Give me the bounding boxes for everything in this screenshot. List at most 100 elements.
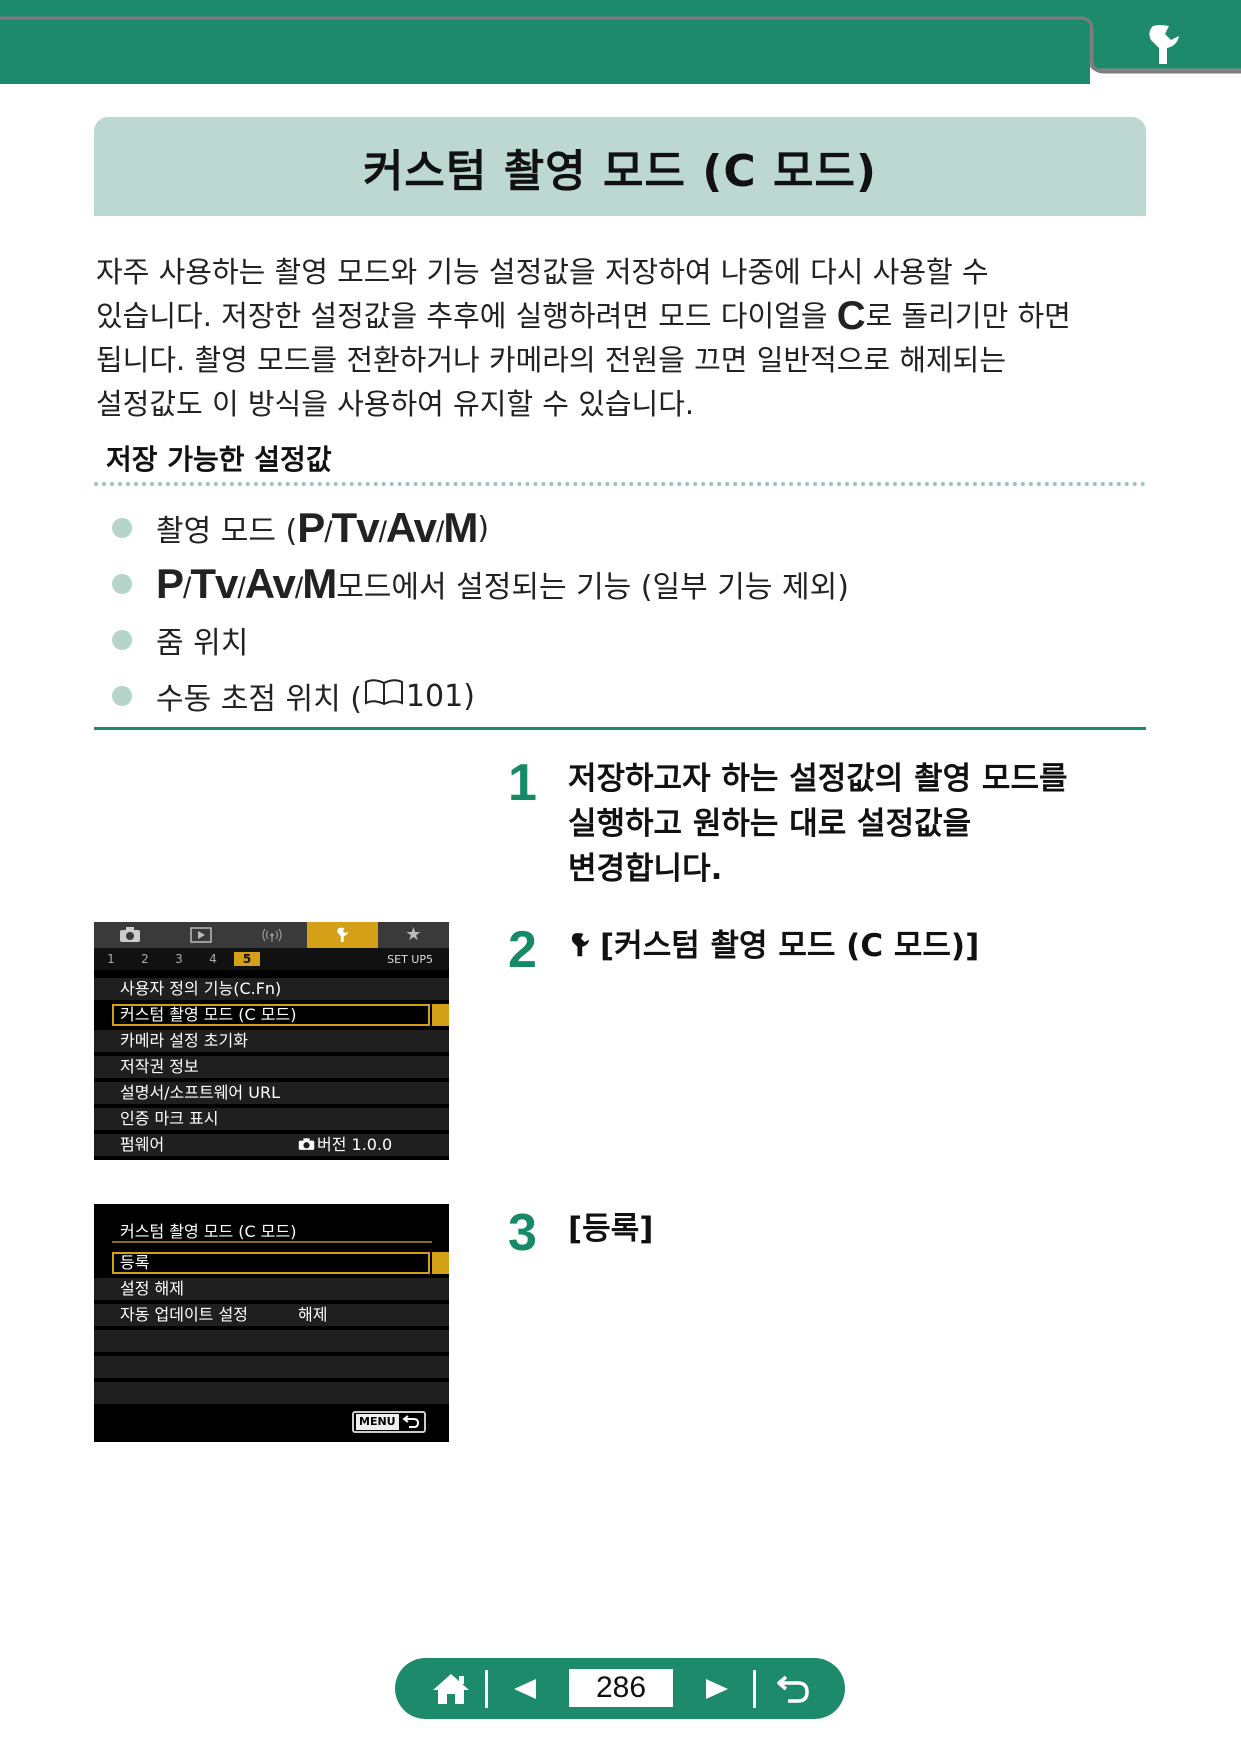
menu-row-selected[interactable]: 등록 (94, 1252, 449, 1276)
header-band-shape (0, 0, 1241, 84)
page-number[interactable]: 286 (567, 1667, 675, 1709)
subtab-1[interactable]: 1 (94, 952, 128, 966)
step-1: 1 저장하고자 하는 설정값의 촬영 모드를 실행하고 원하는 대로 설정값을 … (508, 757, 1068, 892)
mode-c-symbol: C (836, 294, 866, 338)
menu-back-button[interactable]: MENU (352, 1411, 426, 1433)
subtab-3[interactable]: 3 (162, 952, 196, 966)
step-line: 저장하고자 하는 설정값의 촬영 모드를 (568, 761, 1068, 797)
return-icon[interactable] (763, 1658, 823, 1719)
mode-m: M (443, 504, 478, 551)
subtab-2[interactable]: 2 (128, 952, 162, 966)
home-icon[interactable] (421, 1658, 481, 1719)
menu-label: MENU (356, 1414, 399, 1430)
menu-row[interactable]: 설정 해제 (94, 1278, 449, 1302)
bottom-navigation: 286 (395, 1658, 845, 1719)
intro-paragraph: 자주 사용하는 촬영 모드와 기능 설정값을 저장하여 나중에 다시 사용할 수… (96, 250, 1136, 426)
menu-row-label: 커스텀 촬영 모드 (C 모드) (120, 1005, 297, 1024)
return-icon (401, 1413, 420, 1432)
next-arrow-icon[interactable] (687, 1658, 747, 1719)
wrench-icon (568, 928, 594, 973)
menu-row[interactable]: 펌웨어 버전 1.0.0 (94, 1134, 449, 1158)
menu-row-value: 해제 (298, 1305, 328, 1324)
item-suffix: 모드에서 설정되는 기능 (일부 기능 제외) (336, 570, 849, 605)
intro-line-2-before: 있습니다. 저장한 설정값을 추후에 실행하려면 모드 다이얼을 (96, 299, 837, 333)
saveable-list: 촬영 모드 ( P/Tv/Av/M ) P/Tv/Av/M 모드에서 설정되는 … (112, 500, 1112, 724)
playback-icon[interactable] (165, 922, 236, 948)
mode-m: M (302, 560, 337, 607)
section-rule (94, 727, 1146, 730)
step-line: 실행하고 원하는 대로 설정값을 (568, 806, 972, 842)
section-heading: 저장 가능한 설정값 (106, 443, 332, 476)
firmware-version: 버전 1.0.0 (317, 1135, 393, 1154)
list-item: 촬영 모드 ( P/Tv/Av/M ) (112, 500, 1112, 556)
intro-line-2-after: 로 돌리기만 하면 (865, 299, 1071, 333)
menu-row-label: 자동 업데이트 설정 (120, 1305, 248, 1324)
step-text: [커스텀 촬영 모드 (C 모드)] (568, 924, 979, 976)
menu-row-selected[interactable]: 커스텀 촬영 모드 (C 모드) (94, 1004, 449, 1028)
menu-row-label: 카메라 설정 초기화 (120, 1031, 248, 1050)
header-band (0, 0, 1241, 84)
item-suffix: ) (477, 510, 490, 546)
step-menu-path: [커스텀 촬영 모드 (C 모드)] (600, 928, 980, 964)
subtab-5[interactable]: 5 (234, 952, 260, 966)
mode-symbols: P/Tv/Av/M (156, 560, 337, 607)
firmware-value: 버전 1.0.0 (298, 1134, 392, 1156)
bullet-dot (112, 630, 132, 650)
intro-line-4: 설정값도 이 방식을 사용하여 유지할 수 있습니다. (96, 387, 695, 421)
title-underline (112, 1241, 432, 1243)
page-title: 커스텀 촬영 모드 (C 모드) (362, 145, 878, 197)
step-menu-item: [등록] (568, 1211, 654, 1247)
item-text-after: ) (463, 678, 475, 714)
item-text: 줌 위치 (156, 626, 249, 661)
menu-row[interactable]: 인증 마크 표시 (94, 1108, 449, 1132)
screen-title: 커스텀 촬영 모드 (C 모드) (120, 1222, 297, 1241)
menu-row[interactable]: 설명서/소프트웨어 URL (94, 1082, 449, 1106)
camera-subtab-bar: 1 2 3 4 5 SET UP5 (94, 948, 449, 970)
camera-icon[interactable] (94, 922, 165, 948)
menu-row[interactable]: 사용자 정의 기능(C.Fn) (94, 978, 449, 1002)
step-number: 2 (508, 921, 537, 979)
menu-row-label: 펌웨어 (120, 1135, 165, 1154)
item-text-before: 수동 초점 위치 ( (156, 682, 362, 717)
subtab-4[interactable]: 4 (196, 952, 230, 966)
menu-row-label: 등록 (120, 1253, 150, 1272)
camera-icon (298, 1138, 315, 1150)
list-item: 수동 초점 위치 ( 101 ) (112, 668, 1112, 724)
set-name: SET UP5 (387, 952, 433, 966)
wrench-icon[interactable] (1143, 22, 1187, 68)
star-icon[interactable]: ★ (378, 922, 449, 948)
nav-separator (753, 1670, 756, 1708)
bullet-dot (112, 518, 132, 538)
step-2: 2 [커스텀 촬영 모드 (C 모드)] (508, 924, 979, 976)
mode-p: P (156, 560, 184, 607)
menu-row-label: 설정 해제 (120, 1279, 184, 1298)
nav-separator (485, 1670, 488, 1708)
page-ref-link[interactable]: 101 (406, 679, 463, 714)
menu-row[interactable]: 저작권 정보 (94, 1056, 449, 1080)
title-box: 커스텀 촬영 모드 (C 모드) (94, 117, 1146, 216)
book-icon (364, 678, 404, 714)
list-item: 줌 위치 (112, 612, 1112, 668)
menu-row-empty (94, 1356, 449, 1380)
step-text: [등록] (568, 1207, 653, 1259)
wireless-icon[interactable] (236, 922, 307, 948)
mode-p: P (297, 504, 325, 551)
step-text: 저장하고자 하는 설정값의 촬영 모드를 실행하고 원하는 대로 설정값을 변경… (568, 757, 1068, 892)
mode-av: Av (244, 560, 296, 607)
menu-row-empty (94, 1330, 449, 1354)
mode-av: Av (385, 504, 437, 551)
menu-row-label: 사용자 정의 기능(C.Fn) (120, 979, 282, 998)
bullet-dot (112, 686, 132, 706)
camera-screen-setup: ★ 1 2 3 4 5 SET UP5 사용자 정의 기능(C.Fn) 커스텀 … (94, 922, 449, 1160)
step-number: 3 (508, 1204, 537, 1262)
bullet-dot (112, 574, 132, 594)
menu-row-label: 인증 마크 표시 (120, 1109, 219, 1128)
menu-row[interactable]: 자동 업데이트 설정 해제 (94, 1304, 449, 1328)
step-line: 변경합니다. (568, 851, 723, 887)
mode-tv: Tv (331, 504, 380, 551)
menu-row-empty (94, 1382, 449, 1406)
mode-tv: Tv (190, 560, 238, 607)
prev-arrow-icon[interactable] (495, 1658, 555, 1719)
menu-row[interactable]: 카메라 설정 초기화 (94, 1030, 449, 1054)
wrench-icon[interactable] (307, 922, 378, 948)
